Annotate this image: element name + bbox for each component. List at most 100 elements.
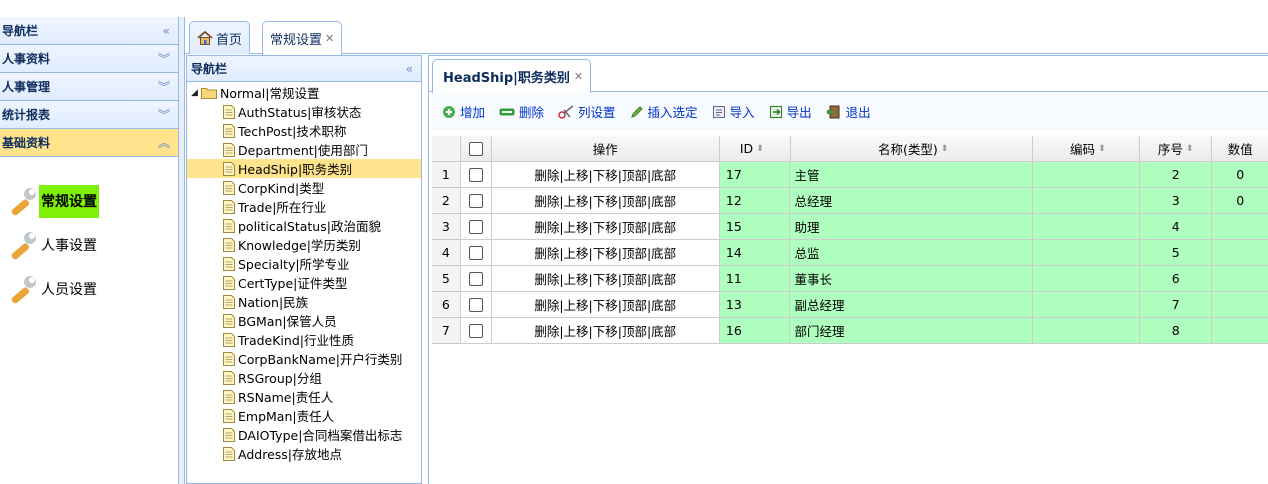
nav-header[interactable]: 导航栏 « [0, 17, 178, 45]
tree-node[interactable]: TechPost|技术职称 [187, 121, 421, 140]
expand-icon[interactable]: ︾ [158, 50, 170, 67]
file-icon [223, 256, 235, 271]
select-all-checkbox[interactable] [468, 141, 483, 156]
table-row[interactable]: 5 删除|上移|下移|顶部|底部 11 董事长 6 [432, 266, 1268, 292]
tree-node[interactable]: AuthStatus|审核状态 [187, 102, 421, 121]
column-header-code[interactable]: 编码 ⬍ [1033, 136, 1140, 161]
row-actions[interactable]: 删除|上移|下移|顶部|底部 [492, 292, 720, 317]
grid-body: 1 删除|上移|下移|顶部|底部 17 主管 2 0 2 删除|上移|下移|顶部|底部 12 总经… [432, 162, 1268, 344]
row-checkbox[interactable] [468, 297, 483, 312]
tree-node-label: Nation|民族 [238, 295, 309, 310]
row-number: 1 [432, 162, 461, 187]
close-icon[interactable]: ✕ [325, 32, 334, 45]
tree-node[interactable]: RSGroup|分组 [187, 368, 421, 387]
nav-section-reports[interactable]: 统计报表 ︾ [0, 101, 178, 129]
delete-button[interactable]: 删除 [499, 102, 544, 121]
column-settings-button[interactable]: 列设置 [558, 102, 616, 121]
tab-headship[interactable]: HeadShip|职务类别 ✕ [432, 59, 592, 93]
add-button[interactable]: 增加 [442, 102, 485, 121]
tree-node[interactable]: CorpKind|类型 [187, 178, 421, 197]
tree-node[interactable]: HeadShip|职务类别 [187, 159, 421, 178]
tree-node[interactable]: CertType|证件类型 [187, 273, 421, 292]
tree-node[interactable]: RSName|责任人 [187, 387, 421, 406]
cell-id: 17 [719, 162, 791, 187]
nav-item-general-settings[interactable]: 常规设置 [0, 179, 178, 223]
cell-seq: 5 [1139, 240, 1213, 265]
tab-home[interactable]: 首页 [189, 21, 251, 54]
tree-node[interactable]: EmpMan|责任人 [187, 406, 421, 425]
cell-seq: 6 [1139, 266, 1213, 291]
table-row[interactable]: 2 删除|上移|下移|顶部|底部 12 总经理 3 0 [432, 188, 1268, 214]
row-actions[interactable]: 删除|上移|下移|顶部|底部 [492, 240, 720, 265]
file-icon [223, 199, 235, 214]
row-actions[interactable]: 删除|上移|下移|顶部|底部 [492, 162, 720, 187]
file-icon [223, 275, 235, 290]
tree-root[interactable]: ◢ Normal|常规设置 [187, 83, 421, 102]
row-actions[interactable]: 删除|上移|下移|顶部|底部 [492, 214, 720, 239]
table-row[interactable]: 4 删除|上移|下移|顶部|底部 14 总监 5 [432, 240, 1268, 266]
column-header-seq[interactable]: 序号 ⬍ [1140, 136, 1213, 161]
row-actions[interactable]: 删除|上移|下移|顶部|底部 [492, 188, 720, 213]
tree-node[interactable]: Trade|所在行业 [187, 197, 421, 216]
tree-node[interactable]: Address|存放地点 [187, 444, 421, 463]
pencil-icon [630, 105, 643, 118]
column-header-id[interactable]: ID ⬍ [720, 136, 791, 161]
column-header-op[interactable]: 操作 [492, 136, 720, 161]
column-header-name[interactable]: 名称(类型) ⬍ [791, 136, 1033, 161]
exit-button[interactable]: 退出 [826, 102, 871, 121]
row-checkbox[interactable] [468, 193, 483, 208]
row-select-cell [461, 266, 492, 291]
tree-node[interactable]: BGMan|保管人员 [187, 311, 421, 330]
expand-icon[interactable]: ︾ [158, 78, 170, 95]
import-button[interactable]: 导入 [712, 102, 755, 121]
close-icon[interactable]: ✕ [574, 70, 583, 83]
nav-section-basic-data[interactable]: 基础资料 ︽ [0, 129, 178, 157]
splitter[interactable] [179, 17, 185, 484]
file-icon [223, 237, 235, 252]
tree-node[interactable]: Department|使用部门 [187, 140, 421, 159]
nav-item-staff-settings[interactable]: 人员设置 [0, 267, 178, 311]
row-checkbox[interactable] [468, 323, 483, 338]
cell-name: 总监 [790, 240, 1033, 265]
cell-seq: 4 [1139, 214, 1213, 239]
row-actions[interactable]: 删除|上移|下移|顶部|底部 [492, 318, 720, 343]
cell-name: 总经理 [790, 188, 1033, 213]
nav-item-label: 人事设置 [41, 237, 97, 254]
row-number: 5 [432, 266, 461, 291]
tree-node-label: Normal|常规设置 [220, 86, 320, 101]
row-checkbox[interactable] [468, 245, 483, 260]
insert-selected-button[interactable]: 插入选定 [630, 102, 698, 121]
expand-icon[interactable]: ︾ [158, 106, 170, 123]
nav-item-personnel-settings[interactable]: 人事设置 [0, 223, 178, 267]
table-row[interactable]: 6 删除|上移|下移|顶部|底部 13 副总经理 7 [432, 292, 1268, 318]
file-icon [223, 370, 235, 385]
tree-node[interactable]: Specialty|所学专业 [187, 254, 421, 273]
tree-node[interactable]: DAIOType|合同档案借出标志 [187, 425, 421, 444]
collapse-left-icon[interactable]: « [163, 24, 170, 38]
table-row[interactable]: 3 删除|上移|下移|顶部|底部 15 助理 4 [432, 214, 1268, 240]
table-row[interactable]: 1 删除|上移|下移|顶部|底部 17 主管 2 0 [432, 162, 1268, 188]
tree-node[interactable]: Knowledge|学历类别 [187, 235, 421, 254]
tree-node[interactable]: Nation|民族 [187, 292, 421, 311]
tree-node[interactable]: politicalStatus|政治面貌 [187, 216, 421, 235]
file-icon [223, 389, 235, 404]
tree-node[interactable]: CorpBankName|开户行类别 [187, 349, 421, 368]
collapse-icon[interactable]: ︽ [158, 134, 170, 151]
tree-node-label: RSName|责任人 [238, 390, 334, 405]
tab-general-settings[interactable]: 常规设置 ✕ [262, 21, 343, 55]
nav-section-personnel-management[interactable]: 人事管理 ︾ [0, 73, 178, 101]
row-checkbox[interactable] [468, 167, 483, 182]
tree-title: 导航栏 [191, 62, 228, 76]
row-checkbox[interactable] [468, 219, 483, 234]
cell-name: 副总经理 [790, 292, 1033, 317]
collapse-tree-icon[interactable]: « [406, 62, 413, 76]
cell-code [1032, 214, 1140, 239]
export-button[interactable]: 导出 [769, 102, 812, 121]
column-header-value[interactable]: 数值 [1212, 136, 1268, 161]
nav-section-personnel-data[interactable]: 人事资料 ︾ [0, 45, 178, 73]
tree-node[interactable]: TradeKind|行业性质 [187, 330, 421, 349]
row-checkbox[interactable] [468, 271, 483, 286]
table-row[interactable]: 7 删除|上移|下移|顶部|底部 16 部门经理 8 [432, 318, 1268, 344]
expand-arrow-icon[interactable]: ◢ [191, 88, 201, 98]
row-actions[interactable]: 删除|上移|下移|顶部|底部 [492, 266, 720, 291]
